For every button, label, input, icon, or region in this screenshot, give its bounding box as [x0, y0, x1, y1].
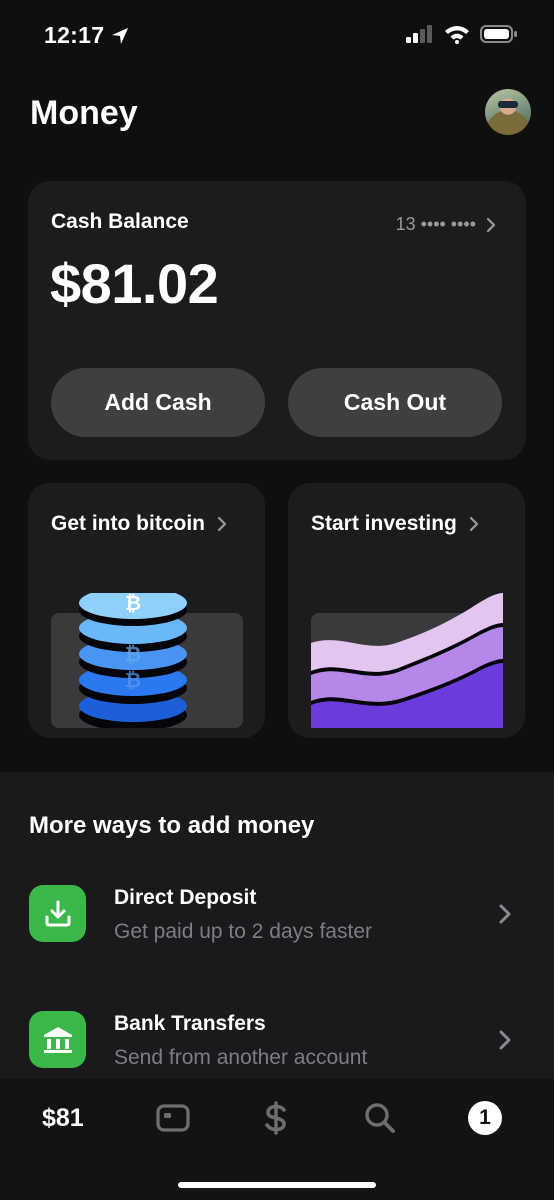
- search-icon: [365, 1103, 395, 1133]
- bitcoin-coins-illustration: ₿ ₿ ₿: [51, 593, 243, 728]
- bitcoin-promo-card[interactable]: Get into bitcoin ₿ ₿ ₿: [28, 483, 265, 738]
- tab-pay[interactable]: [262, 1098, 290, 1138]
- more-ways-section: More ways to add money Direct Deposit Ge…: [0, 772, 554, 1077]
- balance-amount: $81.02: [50, 252, 219, 315]
- cash-balance-card[interactable]: Cash Balance 13 •••• •••• $81.02 Add Cas…: [28, 181, 526, 460]
- investing-waves-illustration: [311, 593, 503, 728]
- home-indicator: [178, 1182, 376, 1188]
- account-number: 13 •••• ••••: [395, 214, 476, 234]
- chevron-right-icon: [499, 1030, 511, 1050]
- activity-icon: 1: [468, 1101, 502, 1135]
- investing-promo-card[interactable]: Start investing: [288, 483, 525, 738]
- account-number-link[interactable]: 13 •••• ••••: [396, 214, 496, 235]
- bank-transfers-description: Send from another account: [114, 1046, 368, 1069]
- cash-out-button[interactable]: Cash Out: [288, 368, 502, 437]
- battery-icon: [480, 25, 517, 43]
- download-tray-icon: [29, 885, 86, 942]
- status-indicators: [406, 24, 518, 44]
- activity-badge-count: 1: [479, 1106, 491, 1129]
- status-time: 12:17: [44, 22, 130, 49]
- tab-search[interactable]: [363, 1098, 397, 1138]
- chevron-right-icon: [469, 516, 478, 532]
- direct-deposit-name: Direct Deposit: [114, 886, 257, 909]
- page-title: Money: [30, 94, 138, 132]
- direct-deposit-row[interactable]: Direct Deposit Get paid up to 2 days fas…: [0, 870, 554, 970]
- tab-card[interactable]: [155, 1098, 191, 1138]
- chevron-right-icon: [499, 904, 511, 924]
- svg-text:₿: ₿: [125, 642, 141, 666]
- bank-icon: [29, 1011, 86, 1068]
- dollar-icon: [265, 1101, 286, 1135]
- tab-balance[interactable]: $81: [42, 1098, 84, 1138]
- svg-text:₿: ₿: [125, 668, 141, 692]
- location-arrow-icon: [112, 27, 129, 44]
- more-ways-title: More ways to add money: [29, 812, 315, 839]
- add-cash-button[interactable]: Add Cash: [51, 368, 265, 437]
- cellular-signal-icon: [406, 25, 432, 43]
- time-text: 12:17: [44, 22, 105, 48]
- investing-promo-label: Start investing: [311, 512, 457, 535]
- bitcoin-promo-title: Get into bitcoin: [51, 512, 227, 536]
- investing-promo-title: Start investing: [311, 512, 479, 536]
- chevron-right-icon: [217, 516, 227, 532]
- balance-label: Cash Balance: [51, 210, 189, 233]
- wifi-icon: [445, 26, 469, 44]
- bank-transfers-name: Bank Transfers: [114, 1012, 266, 1035]
- direct-deposit-description: Get paid up to 2 days faster: [114, 920, 372, 943]
- status-bar: 12:17: [0, 0, 554, 70]
- card-icon: [156, 1104, 190, 1132]
- bitcoin-promo-label: Get into bitcoin: [51, 512, 205, 535]
- profile-avatar[interactable]: [485, 89, 531, 135]
- chevron-right-icon: [486, 217, 496, 232]
- svg-text:₿: ₿: [125, 593, 141, 615]
- tab-activity[interactable]: 1: [468, 1098, 502, 1138]
